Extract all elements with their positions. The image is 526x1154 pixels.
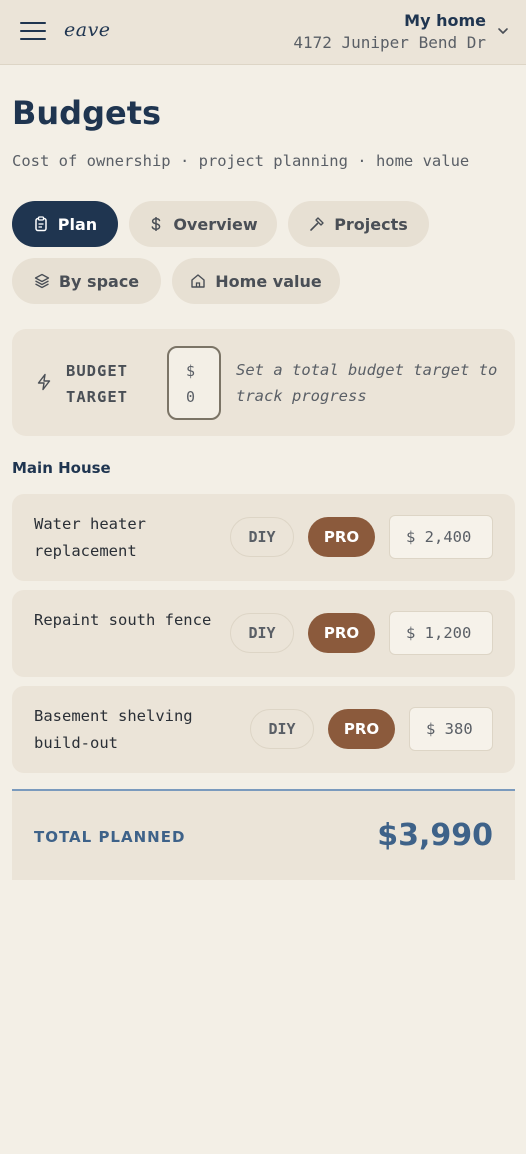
- tab-projects-label: Projects: [334, 214, 408, 234]
- budget-target-value: 0: [186, 388, 196, 406]
- pro-toggle[interactable]: PRO: [308, 613, 375, 653]
- cost-input[interactable]: $ 2,400: [389, 515, 493, 559]
- budget-target-hint: Set a total budget target to track progr…: [236, 361, 498, 405]
- total-value: $3,990: [377, 818, 493, 853]
- cost-input[interactable]: $ 1,200: [389, 611, 493, 655]
- item-name: Water heater replacement: [34, 515, 146, 560]
- pro-toggle[interactable]: PRO: [328, 709, 395, 749]
- total-summary: TOTAL PLANNED $3,990: [12, 789, 515, 880]
- home-address[interactable]: 4172 Juniper Bend Dr: [293, 33, 486, 52]
- app-logo: eave: [64, 19, 111, 41]
- item-name: Basement shelving build-out: [34, 707, 193, 752]
- app-header: eave My home 4172 Juniper Bend Dr: [0, 0, 526, 65]
- menu-icon[interactable]: [20, 22, 46, 42]
- clipboard-icon: [35, 216, 47, 232]
- tab-projects[interactable]: Projects: [288, 201, 429, 247]
- item-name: Repaint south fence: [34, 611, 212, 629]
- pro-toggle[interactable]: PRO: [308, 517, 375, 557]
- page-title: Budgets: [12, 94, 162, 132]
- tab-home-value[interactable]: Home value: [172, 258, 340, 304]
- tab-by-space[interactable]: By space: [12, 258, 161, 304]
- diy-toggle[interactable]: DIY: [230, 517, 294, 557]
- diy-toggle[interactable]: DIY: [250, 709, 314, 749]
- list-item: Basement shelving build-out DIY PRO $ 38…: [12, 686, 515, 773]
- lightning-icon: [37, 373, 51, 391]
- list-item: Repaint south fence DIY PRO $ 1,200: [12, 590, 515, 677]
- list-item: Water heater replacement DIY PRO $ 2,400: [12, 494, 515, 581]
- budget-target-label: BUDGET TARGET: [66, 362, 128, 406]
- hammer-icon: [310, 217, 324, 231]
- section-heading: Main House: [12, 459, 111, 477]
- layers-icon: [34, 273, 49, 289]
- page-subtitle: Cost of ownership · project planning · h…: [12, 152, 470, 170]
- chevron-down-icon[interactable]: [496, 24, 510, 38]
- tab-home-value-label: Home value: [215, 271, 322, 291]
- tab-by-space-label: By space: [58, 271, 140, 291]
- tab-plan-label: Plan: [57, 214, 98, 234]
- budget-target-card: BUDGET TARGET $ 0 Set a total budget tar…: [12, 329, 515, 436]
- budget-target-input[interactable]: $ 0: [167, 346, 221, 420]
- budget-target-currency: $: [186, 362, 196, 380]
- dollar-icon: [151, 217, 161, 231]
- home-selector-title[interactable]: My home: [404, 11, 486, 30]
- house-icon: [191, 274, 205, 288]
- total-label: TOTAL PLANNED: [34, 828, 186, 846]
- tab-overview[interactable]: Overview: [129, 201, 277, 247]
- diy-toggle[interactable]: DIY: [230, 613, 294, 653]
- tab-overview-label: Overview: [173, 214, 258, 234]
- tab-plan[interactable]: Plan: [12, 201, 118, 247]
- cost-input[interactable]: $ 380: [409, 707, 493, 751]
